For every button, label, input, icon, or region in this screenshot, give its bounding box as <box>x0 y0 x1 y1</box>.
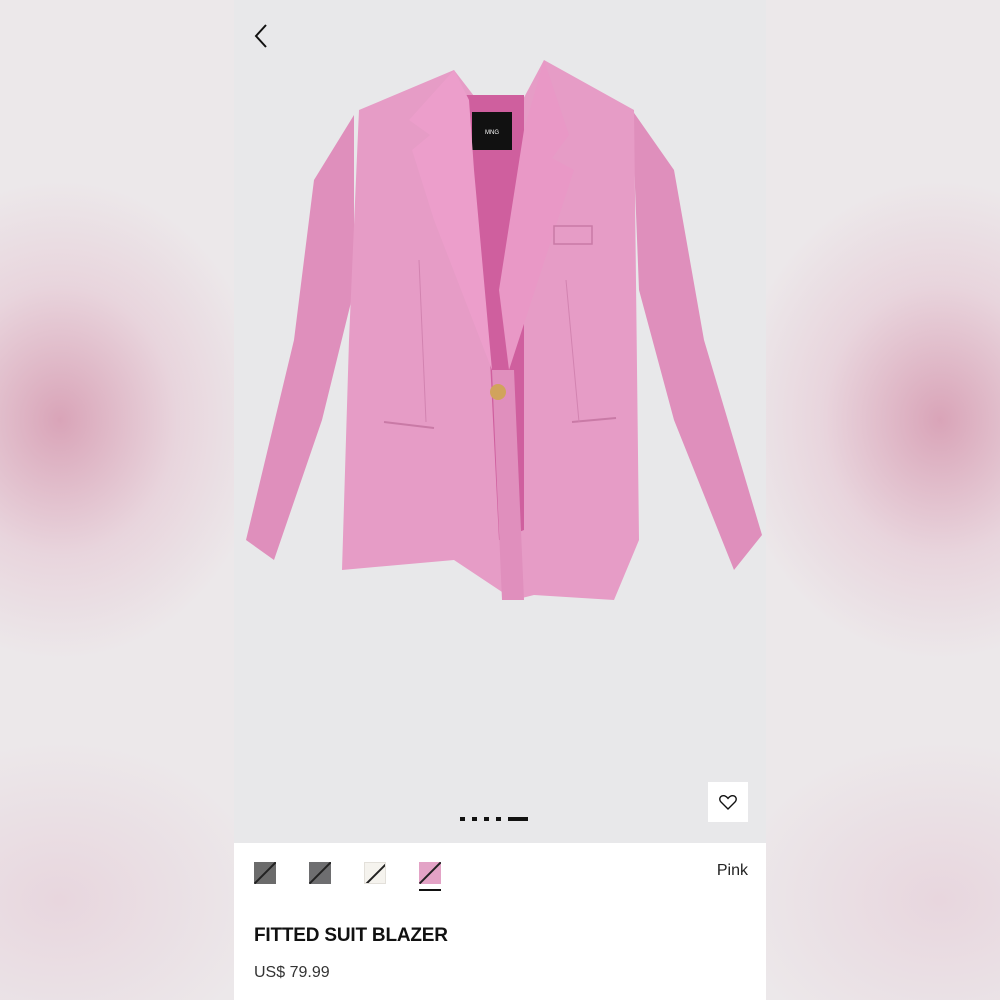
favorite-button[interactable] <box>708 782 748 822</box>
heart-icon <box>719 795 737 810</box>
pagination-dot[interactable] <box>496 817 501 821</box>
swatch-wrapper <box>254 862 276 884</box>
color-swatch-cream[interactable] <box>364 862 386 884</box>
pagination-dot-active[interactable] <box>508 817 528 821</box>
swatch-wrapper <box>364 862 386 884</box>
image-gallery[interactable]: MNG <box>234 0 766 843</box>
pagination-dot[interactable] <box>472 817 477 821</box>
selected-color-name: Pink <box>716 862 748 879</box>
pagination-dot[interactable] <box>460 817 465 821</box>
pagination-dot[interactable] <box>484 817 489 821</box>
gallery-pagination <box>460 816 528 822</box>
swatch-wrapper <box>309 862 331 884</box>
swatch-wrapper-selected <box>419 862 441 891</box>
product-title: FITTED SUIT BLAZER <box>254 925 448 946</box>
brand-label: MNG <box>485 130 499 136</box>
color-swatch-pink[interactable] <box>419 862 441 884</box>
color-swatch-charcoal[interactable] <box>309 862 331 884</box>
product-page: MNG Pink FITTED SUIT BLAZER US$ 79.99 <box>234 0 766 1000</box>
color-swatch-grey[interactable] <box>254 862 276 884</box>
product-price: US$ 79.99 <box>254 964 330 981</box>
product-image: MNG <box>246 60 762 600</box>
color-swatches <box>254 862 441 891</box>
